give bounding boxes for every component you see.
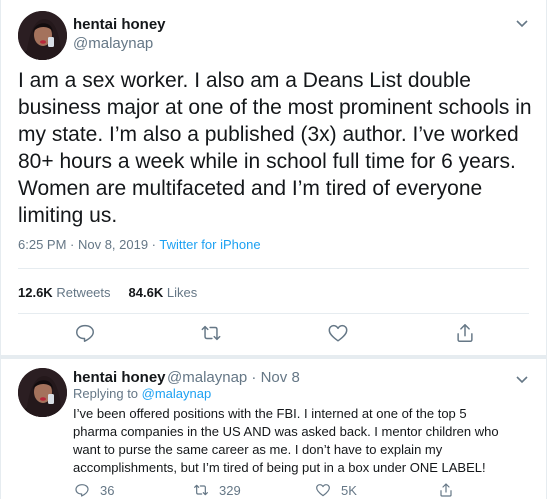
engagement-stats: 12.6K Retweets 84.6K Likes [18, 285, 197, 300]
retweet-icon [194, 484, 208, 496]
reply-handle-time[interactable]: @malaynap · Nov 8 [167, 369, 300, 386]
tweet-text: I am a sex worker. I also am a Deans Lis… [18, 67, 533, 229]
like-count: 5K [341, 482, 357, 498]
reply-action-reply[interactable]: 36 [74, 481, 114, 499]
likes-stat[interactable]: 84.6K Likes [129, 285, 198, 300]
replying-to-label: Replying to [73, 386, 142, 401]
timestamp-text[interactable]: 6:25 PM · Nov 8, 2019 · [18, 237, 159, 252]
chevron-down-icon[interactable] [515, 372, 529, 384]
reply-action-retweet[interactable]: 329 [193, 481, 241, 499]
reply-text-line: want to purse the same career as me. I d… [73, 442, 443, 457]
retweet-icon[interactable] [200, 322, 222, 344]
divider [18, 313, 529, 314]
retweet-count: 329 [219, 482, 241, 498]
retweets-stat[interactable]: 12.6K Retweets [18, 285, 111, 300]
share-icon[interactable] [454, 322, 476, 344]
reply-icon [75, 484, 89, 497]
reply-text-line: pharma companies in the US AND was asked… [73, 424, 499, 439]
share-icon [440, 483, 452, 497]
reply-text-line: I’ve been offered positions with the FBI… [73, 406, 467, 421]
tweet-detail-page: hentai honey @malaynap I am a sex worker… [0, 0, 547, 499]
avatar[interactable] [18, 368, 67, 417]
tweet-text-line: 80+ hours a week while in school full ti… [18, 150, 516, 173]
likes-count: 84.6K [128, 285, 164, 300]
tweet-separator [1, 355, 546, 359]
user-handle[interactable]: @malaynap [73, 35, 153, 52]
replying-to-link[interactable]: @malaynap [142, 386, 212, 401]
display-name[interactable]: hentai honey [73, 16, 166, 33]
tweet-text-line: I am a sex worker. I also am a Deans Lis… [18, 69, 471, 92]
avatar[interactable] [18, 11, 67, 60]
like-icon[interactable] [327, 322, 349, 344]
likes-label: Likes [166, 285, 198, 300]
chevron-down-icon[interactable] [515, 16, 529, 28]
tweet-text-line: Women are multifaceted and I’m tired of … [18, 177, 483, 200]
retweets-label: Retweets [56, 285, 111, 300]
reply-count: 36 [100, 482, 115, 498]
reply-action-share[interactable] [438, 481, 464, 499]
tweet-timestamp: 6:25 PM · Nov 8, 2019 · Twitter for iPho… [18, 237, 261, 252]
reply-text-line: accomplishments, but I’m tired of being … [73, 460, 486, 475]
tweet-text-line: business major at one of the most promin… [18, 96, 532, 119]
divider [18, 268, 529, 269]
tweet-text-line: limiting us. [18, 204, 118, 227]
like-icon [316, 484, 330, 497]
tweet-source-link[interactable]: Twitter for iPhone [159, 237, 260, 252]
replying-to: Replying to @malaynap [73, 386, 211, 401]
retweets-count: 12.6K [18, 285, 53, 300]
tweet-text-line: my state. I’m also a published (3x) auth… [18, 123, 519, 146]
reply-icon[interactable] [74, 322, 96, 344]
main-tweet: hentai honey @malaynap I am a sex worker… [1, 0, 546, 355]
reply-display-name[interactable]: hentai honey [73, 369, 166, 386]
reply-tweet-text: I’ve been offered positions with the FBI… [73, 405, 513, 477]
reply-action-like[interactable]: 5K [315, 481, 357, 499]
